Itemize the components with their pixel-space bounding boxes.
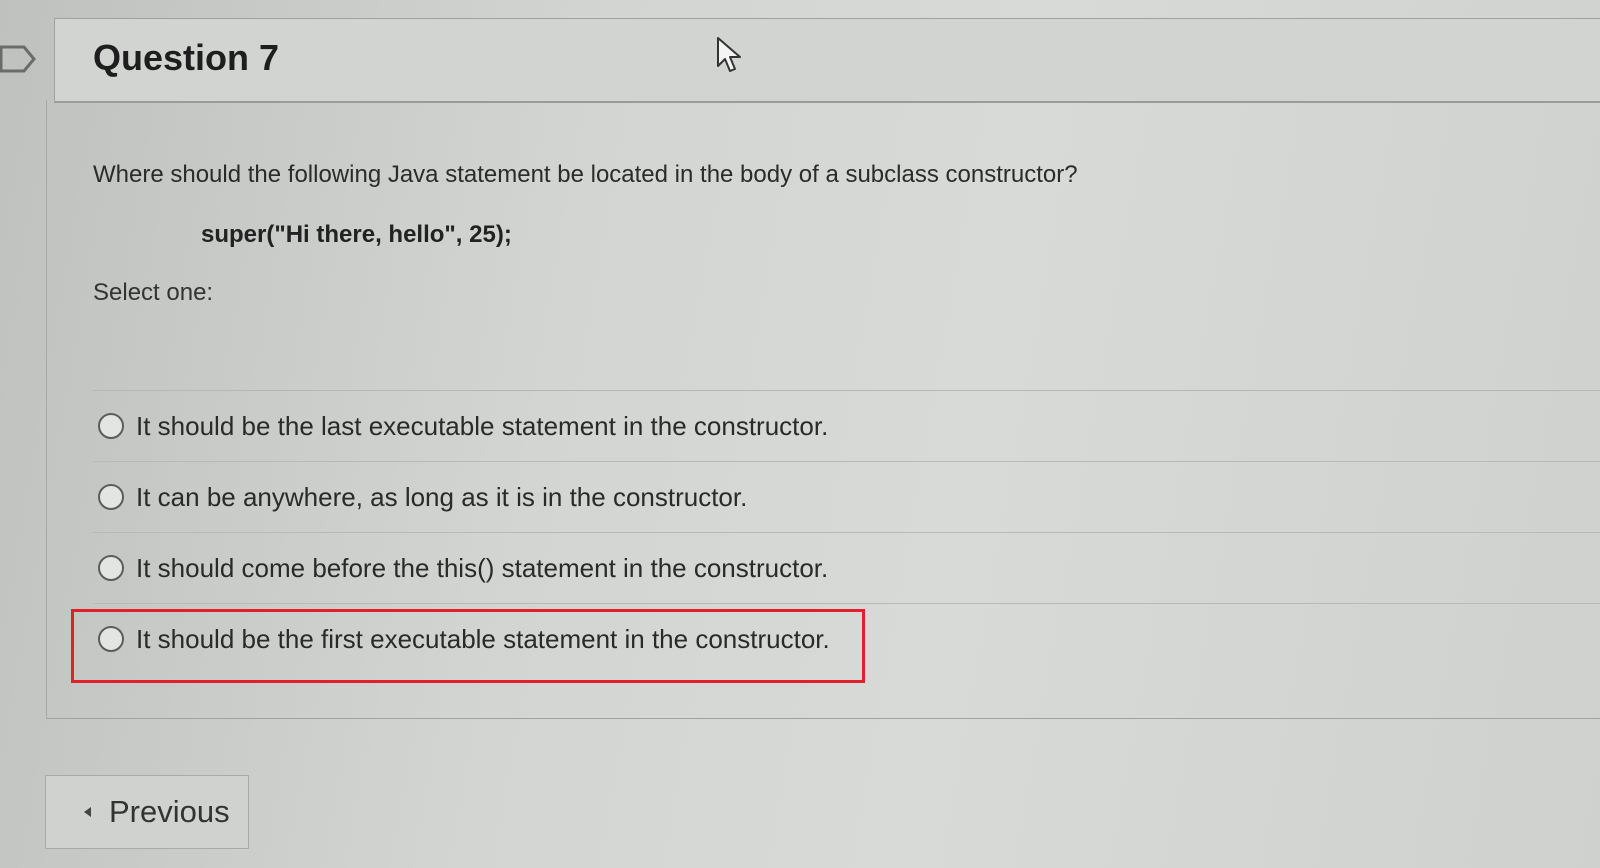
select-one-label: Select one: — [93, 279, 214, 306]
answer-label: It should be the last executable stateme… — [136, 410, 829, 441]
code-statement: super("Hi there, hello", 25); — [201, 221, 512, 248]
question-title: Question 7 — [93, 37, 280, 78]
mouse-cursor-icon — [717, 37, 741, 72]
question-content: Where should the following Java statemen… — [46, 100, 1600, 719]
question-prompt: Where should the following Java statemen… — [93, 161, 1078, 188]
answer-label: It should come before the this() stateme… — [136, 552, 829, 583]
answer-option-2[interactable]: It can be anywhere, as long as it is in … — [93, 462, 1600, 533]
radio-button[interactable] — [98, 413, 124, 439]
highlight-box — [71, 609, 865, 683]
previous-label: Previous — [109, 794, 230, 829]
answer-option-3[interactable]: It should come before the this() stateme… — [93, 533, 1600, 604]
radio-button[interactable] — [98, 555, 124, 581]
chevron-left-icon — [84, 807, 91, 817]
flag-icon[interactable] — [0, 44, 36, 74]
question-header: Question 7 — [54, 18, 1600, 103]
previous-button[interactable]: Previous — [45, 775, 249, 849]
answer-label: It can be anywhere, as long as it is in … — [136, 481, 748, 512]
radio-button[interactable] — [98, 484, 124, 510]
answer-option-1[interactable]: It should be the last executable stateme… — [93, 391, 1600, 462]
